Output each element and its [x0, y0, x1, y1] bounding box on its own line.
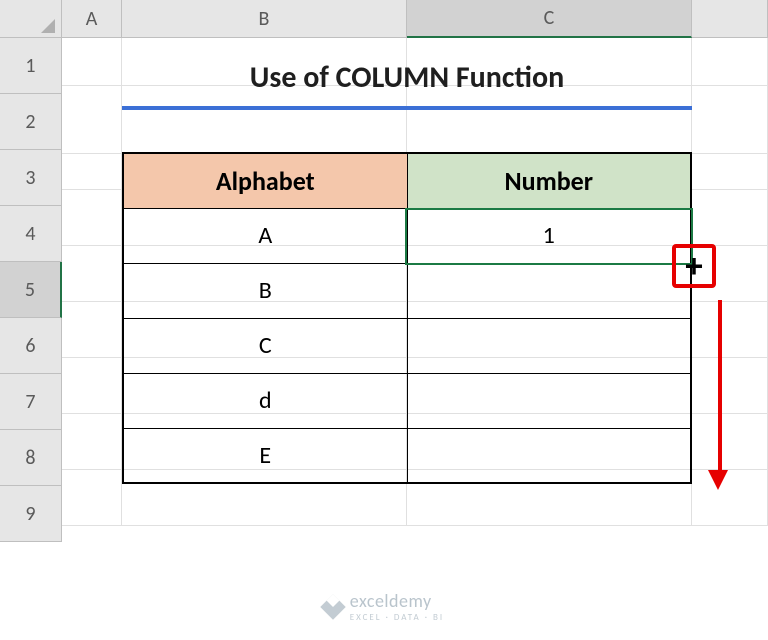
row-header-1[interactable]: 1	[0, 38, 62, 94]
cell-number[interactable]	[407, 428, 691, 483]
header-number[interactable]: Number	[407, 153, 691, 208]
table-row: d	[123, 373, 691, 428]
row-header-8[interactable]: 8	[0, 430, 62, 486]
select-all-corner[interactable]	[0, 0, 62, 38]
table-row: C	[123, 318, 691, 373]
table-row: E	[123, 428, 691, 483]
column-header-b[interactable]: B	[122, 0, 407, 38]
column-headers: A B C	[62, 0, 768, 38]
row-header-9[interactable]: 9	[0, 486, 62, 542]
cell-number[interactable]	[407, 318, 691, 373]
cell-number[interactable]	[407, 373, 691, 428]
fill-handle-callout: +	[672, 244, 716, 288]
row-header-5[interactable]: 5	[0, 262, 62, 318]
data-table: Alphabet Number A 1 B C d E	[122, 152, 692, 484]
spreadsheet: A B C 1 2 3 4 5 6 7 8 9 Use of COLUMN Fu…	[0, 0, 768, 580]
watermark-logo-icon	[320, 594, 345, 619]
watermark-brand: exceldemy	[350, 590, 432, 612]
row-header-7[interactable]: 7	[0, 374, 62, 430]
row-header-4[interactable]: 4	[0, 206, 62, 262]
table-row: B	[123, 263, 691, 318]
arrow-head-icon	[708, 470, 728, 490]
cell-alphabet[interactable]: C	[123, 318, 407, 373]
fill-handle-icon[interactable]: +	[685, 250, 704, 282]
cell-alphabet[interactable]: B	[123, 263, 407, 318]
row-headers: 1 2 3 4 5 6 7 8 9	[0, 38, 62, 542]
row-header-3[interactable]: 3	[0, 150, 62, 206]
drag-down-arrow	[716, 300, 724, 490]
table-row: A 1	[123, 208, 691, 263]
row-header-6[interactable]: 6	[0, 318, 62, 374]
watermark: exceldemy EXCEL · DATA · BI	[0, 590, 768, 623]
cell-number[interactable]: 1	[407, 208, 691, 263]
column-header-c[interactable]: C	[407, 0, 692, 38]
cell-alphabet[interactable]: E	[123, 428, 407, 483]
cell-number[interactable]	[407, 263, 691, 318]
table-header-row: Alphabet Number	[123, 153, 691, 208]
column-header-pad	[692, 0, 768, 38]
row-header-2[interactable]: 2	[0, 94, 62, 150]
watermark-tagline: EXCEL · DATA · BI	[350, 612, 444, 623]
cell-alphabet[interactable]: d	[123, 373, 407, 428]
column-header-a[interactable]: A	[62, 0, 122, 38]
select-all-triangle-icon	[39, 19, 55, 33]
cell-alphabet[interactable]: A	[123, 208, 407, 263]
sheet-title: Use of COLUMN Function	[122, 48, 692, 110]
header-alphabet[interactable]: Alphabet	[123, 153, 407, 208]
